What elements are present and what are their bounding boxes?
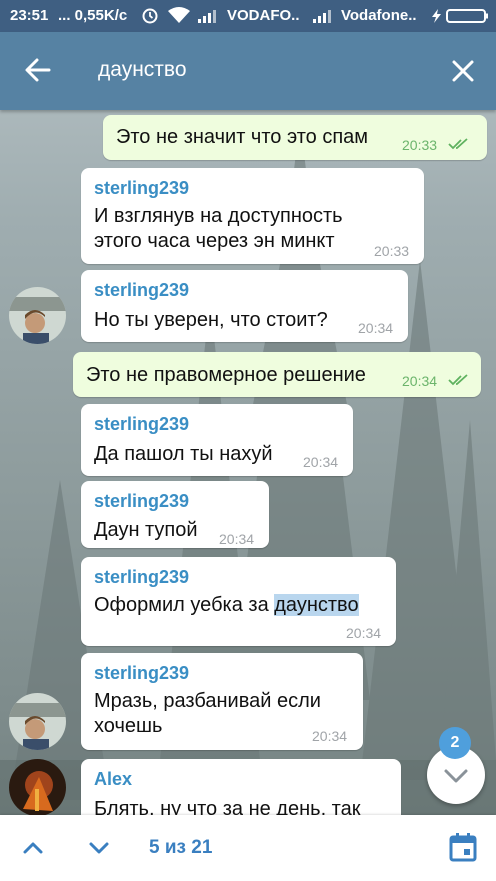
message-text: И взглянув на доступность этого часа чер… bbox=[94, 205, 343, 252]
battery-charging-icon bbox=[430, 8, 490, 28]
arrow-left-icon bbox=[25, 58, 51, 82]
signal-icon bbox=[313, 9, 337, 27]
message-time: 20:34 bbox=[312, 728, 348, 744]
message-text: Мразь, разбанивай если хочешь bbox=[94, 690, 321, 737]
read-check-icon bbox=[448, 138, 468, 150]
previous-result-button[interactable] bbox=[18, 833, 48, 863]
message-time: 20:33 bbox=[374, 243, 410, 259]
sender-name[interactable]: sterling239 bbox=[94, 280, 189, 301]
message-bubble-outgoing[interactable]: Это не значит что это спам 20:33 bbox=[103, 115, 487, 160]
search-header: даунство bbox=[0, 32, 496, 110]
status-bar: 23:51 ... 0,55K/c VODAFO.. Vodafone.. bbox=[0, 0, 496, 32]
message-bubble-incoming[interactable]: sterling239 Даун тупой 20:34 bbox=[81, 481, 269, 548]
message-bubble-incoming[interactable]: sterling239 Но ты уверен, что стоит? 20:… bbox=[81, 270, 408, 342]
message-bubble-incoming[interactable]: sterling239 Оформил уебка за даунство 20… bbox=[81, 557, 396, 646]
message-text: Да пашол ты нахуй bbox=[94, 443, 273, 465]
carrier-2: Vodafone.. bbox=[341, 7, 417, 24]
chevron-down-icon bbox=[89, 842, 109, 854]
calendar-button[interactable] bbox=[449, 832, 477, 862]
message-bubble-incoming[interactable]: sterling239 Да пашол ты нахуй 20:34 bbox=[81, 404, 353, 476]
message-text: Это не правомерное решение bbox=[86, 364, 366, 386]
message-time: 20:33 bbox=[402, 137, 438, 153]
message-time: 20:34 bbox=[402, 373, 438, 389]
message-text: Но ты уверен, что стоит? bbox=[94, 309, 328, 331]
sender-name[interactable]: Alex bbox=[94, 769, 132, 790]
avatar-alex[interactable] bbox=[9, 759, 66, 816]
sender-name[interactable]: sterling239 bbox=[94, 491, 189, 512]
carrier-1: VODAFO.. bbox=[227, 7, 300, 24]
calendar-icon bbox=[449, 833, 477, 862]
close-icon bbox=[452, 60, 474, 82]
message-time: 20:34 bbox=[346, 625, 382, 641]
network-speed: ... 0,55K/c bbox=[58, 7, 128, 24]
message-time: 20:34 bbox=[358, 320, 394, 336]
signal-icon bbox=[198, 9, 222, 27]
search-highlight: даунство bbox=[274, 594, 359, 616]
avatar-sterling239[interactable] bbox=[9, 287, 66, 344]
close-search-button[interactable] bbox=[450, 58, 476, 84]
message-time: 20:34 bbox=[303, 454, 339, 470]
message-bubble-incoming[interactable]: sterling239 Мразь, разбанивай если хочеш… bbox=[81, 653, 363, 750]
read-check-icon bbox=[448, 374, 468, 386]
search-query[interactable]: даунство bbox=[98, 58, 187, 82]
wifi-icon bbox=[168, 7, 190, 28]
chevron-up-icon bbox=[23, 842, 43, 854]
message-time: 20:34 bbox=[219, 531, 255, 547]
sender-name[interactable]: sterling239 bbox=[94, 178, 189, 199]
avatar-sterling239[interactable] bbox=[9, 693, 66, 750]
status-time: 23:51 bbox=[10, 7, 49, 24]
sender-name[interactable]: sterling239 bbox=[94, 663, 189, 684]
message-text: Оформил уебка за даунство bbox=[94, 593, 359, 618]
sender-name[interactable]: sterling239 bbox=[94, 567, 189, 588]
back-button[interactable] bbox=[24, 56, 52, 84]
message-text: Это не значит что это спам bbox=[116, 126, 369, 148]
message-bubble-outgoing[interactable]: Это не правомерное решение 20:34 bbox=[73, 352, 481, 397]
next-result-button[interactable] bbox=[84, 833, 114, 863]
sender-name[interactable]: sterling239 bbox=[94, 414, 189, 435]
message-text-plain: Оформил уебка за bbox=[94, 594, 275, 616]
search-navigation-bar: 5 из 21 bbox=[0, 815, 496, 881]
alarm-icon bbox=[141, 6, 159, 28]
unread-badge: 2 bbox=[439, 727, 471, 759]
message-text: Даун тупой bbox=[94, 519, 198, 541]
search-result-counter: 5 из 21 bbox=[149, 837, 213, 858]
message-bubble-incoming[interactable]: sterling239 И взглянув на доступность эт… bbox=[81, 168, 424, 264]
